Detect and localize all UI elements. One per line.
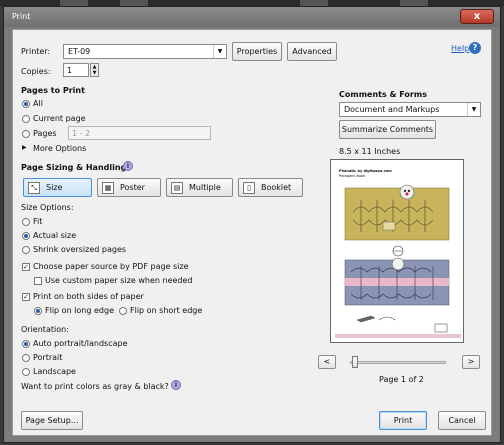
- portrait-radio[interactable]: [22, 354, 30, 362]
- page-setup-button[interactable]: Page Setup...: [21, 411, 83, 430]
- pages-range-radio[interactable]: [22, 130, 30, 138]
- custom-paper-label: Use custom paper size when needed: [45, 276, 193, 285]
- tab-multiple[interactable]: ▤ Multiple: [166, 178, 233, 197]
- help-link[interactable]: Help: [451, 44, 469, 53]
- info-icon[interactable]: i: [171, 380, 181, 390]
- tab-size[interactable]: ⤡ Size: [23, 178, 92, 197]
- previous-page-button[interactable]: <: [318, 355, 336, 369]
- comments-forms-heading: Comments & Forms: [339, 90, 427, 99]
- page-status-label: Page 1 of 2: [379, 375, 424, 384]
- auto-orientation-radio[interactable]: [22, 340, 30, 348]
- page-slider-track[interactable]: [350, 361, 446, 364]
- help-icon[interactable]: ?: [469, 42, 481, 54]
- cancel-button[interactable]: Cancel: [438, 411, 486, 430]
- shrink-radio[interactable]: [22, 246, 30, 254]
- size-options-label: Size Options:: [21, 203, 74, 212]
- custom-paper-checkbox[interactable]: [34, 277, 42, 285]
- print-dialog: Print x Printer: ET-09 ▼ Properties Adva…: [3, 6, 501, 443]
- copies-input[interactable]: 1: [63, 63, 89, 77]
- auto-orientation-label: Auto portrait/landscape: [33, 339, 128, 348]
- flip-long-radio[interactable]: [34, 307, 42, 315]
- tab-size-label: Size: [46, 183, 63, 192]
- pages-to-print-heading: Pages to Print: [21, 86, 85, 95]
- flip-short-label: Flip on short edge: [130, 306, 203, 315]
- print-button[interactable]: Print: [379, 411, 427, 430]
- tab-multiple-label: Multiple: [189, 183, 221, 192]
- current-page-radio[interactable]: [22, 115, 30, 123]
- printer-select[interactable]: ET-09 ▼: [63, 44, 227, 59]
- pages-range-input[interactable]: 1 - 2: [68, 126, 211, 140]
- portrait-label: Portrait: [33, 353, 63, 362]
- chevron-down-icon: ▼: [213, 45, 226, 58]
- current-page-label: Current page: [33, 114, 86, 123]
- size-icon: ⤡: [28, 182, 40, 194]
- pages-range-label: Pages: [33, 129, 57, 138]
- copies-stepper[interactable]: ▲ ▼: [90, 63, 99, 77]
- title-bar: Print x: [4, 7, 500, 27]
- booklet-icon: ▯: [243, 182, 255, 194]
- tab-poster[interactable]: ▦ Poster: [97, 178, 161, 197]
- fit-label: Fit: [33, 217, 43, 226]
- landscape-label: Landscape: [33, 367, 76, 376]
- more-options-label[interactable]: More Options: [33, 144, 86, 153]
- comments-forms-value: Document and Markups: [344, 105, 440, 114]
- dialog-body: Printer: ET-09 ▼ Properties Advanced Hel…: [12, 29, 492, 436]
- disclosure-triangle-icon[interactable]: ▶: [22, 144, 27, 151]
- poster-icon: ▦: [102, 182, 114, 194]
- properties-button[interactable]: Properties: [232, 42, 282, 61]
- landscape-radio[interactable]: [22, 368, 30, 376]
- choose-source-label: Choose paper source by PDF page size: [33, 262, 189, 271]
- multiple-icon: ▤: [171, 182, 183, 194]
- flip-long-label: Flip on long edge: [45, 306, 114, 315]
- tab-poster-label: Poster: [120, 183, 145, 192]
- printer-label: Printer:: [21, 47, 51, 56]
- close-button[interactable]: x: [460, 9, 494, 24]
- actual-size-label: Actual size: [33, 231, 77, 240]
- print-both-sides-label: Print on both sides of paper: [33, 292, 144, 301]
- all-pages-label: All: [33, 99, 43, 108]
- actual-size-radio[interactable]: [22, 232, 30, 240]
- choose-source-checkbox[interactable]: ✓: [22, 263, 30, 271]
- chevron-down-icon: ▼: [467, 103, 480, 116]
- comments-forms-select[interactable]: Document and Markups ▼: [339, 102, 481, 117]
- summarize-comments-button[interactable]: Summarize Comments: [339, 120, 436, 139]
- next-page-button[interactable]: >: [462, 355, 480, 369]
- page-sizing-heading: Page Sizing & Handling: [21, 163, 127, 172]
- tab-booklet-label: Booklet: [261, 183, 292, 192]
- flip-short-radio[interactable]: [119, 307, 127, 315]
- all-pages-radio[interactable]: [22, 100, 30, 108]
- tab-booklet[interactable]: ▯ Booklet: [238, 178, 303, 197]
- print-both-sides-checkbox[interactable]: ✓: [22, 293, 30, 301]
- gray-question-label: Want to print colors as gray & black?: [21, 382, 169, 391]
- fit-radio[interactable]: [22, 218, 30, 226]
- printer-value: ET-09: [68, 47, 91, 56]
- copies-label: Copies:: [21, 67, 51, 76]
- page-preview: Phanatic by digitpapa.com Paragami Book: [330, 159, 464, 343]
- shrink-label: Shrink oversized pages: [33, 245, 127, 254]
- preview-artwork: [335, 184, 461, 338]
- info-icon[interactable]: i: [123, 161, 133, 171]
- page-slider-thumb[interactable]: [352, 356, 358, 368]
- advanced-button[interactable]: Advanced: [287, 42, 337, 61]
- window-title: Print: [12, 12, 31, 21]
- paper-size-label: 8.5 x 11 Inches: [339, 147, 401, 156]
- orientation-label: Orientation:: [21, 325, 69, 334]
